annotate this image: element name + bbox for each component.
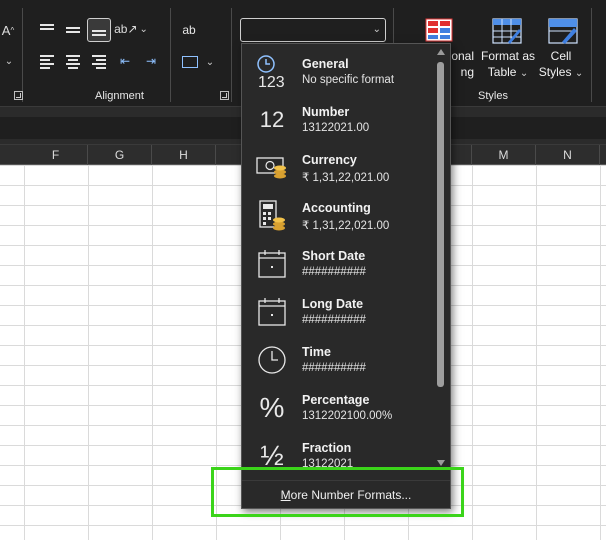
column-header-m[interactable]: M: [472, 145, 536, 165]
currency-icon: [254, 149, 290, 187]
decrease-indent-icon: ⇤: [119, 54, 131, 68]
format-option-number[interactable]: 12 Number 13122021.00: [242, 96, 432, 144]
format-option-time[interactable]: Time ##########: [242, 336, 432, 384]
group-separator: [22, 8, 23, 102]
accounting-icon: [254, 197, 290, 235]
alignment-dialog-launcher[interactable]: [220, 91, 229, 100]
format-as-table-button[interactable]: Format as Table ⌄: [478, 48, 538, 82]
column-header-h[interactable]: H: [152, 145, 216, 165]
increase-indent-icon: ⇥: [145, 54, 157, 68]
styles-group-label: Styles: [478, 90, 508, 102]
long-date-icon: [254, 293, 290, 331]
group-separator: [591, 8, 592, 102]
cell-styles-label-2: Styles: [538, 65, 572, 79]
format-option-short-date[interactable]: Short Date ##########: [242, 240, 432, 288]
format-option-title: Short Date: [302, 249, 366, 263]
format-option-title: Fraction: [302, 441, 352, 455]
scrollbar-thumb[interactable]: [437, 62, 444, 387]
decrease-indent-button[interactable]: ⇤: [116, 52, 134, 70]
format-option-general[interactable]: 123 General No specific format: [242, 48, 432, 96]
group-separator: [231, 8, 232, 102]
format-option-title: Number: [302, 105, 350, 119]
font-a-glyph: A: [1, 22, 11, 38]
align-left-button[interactable]: [38, 52, 56, 70]
conditional-formatting-icon[interactable]: [424, 17, 454, 43]
wrap-text-button[interactable]: ab: [178, 18, 200, 42]
column-header-g[interactable]: G: [88, 145, 152, 165]
format-option-currency[interactable]: Currency ₹ 1,31,22,021.00: [242, 144, 432, 192]
group-separator: [170, 8, 171, 102]
format-option-preview: ₹ 1,31,22,021.00: [302, 172, 390, 184]
svg-text:123: 123: [258, 74, 285, 91]
orientation-icon: ab↗: [114, 22, 138, 36]
font-dropdown-chevron[interactable]: ⌄: [2, 54, 16, 68]
clock-123-icon: 123: [254, 53, 290, 91]
alignment-dialog-launcher[interactable]: [14, 91, 23, 100]
format-as-table-label-2: Table: [487, 65, 517, 79]
cell-styles-label-1: Cell: [550, 49, 572, 63]
percent-icon: %: [259, 392, 285, 423]
format-option-title: Currency: [302, 153, 357, 167]
format-option-preview: No specific format: [302, 74, 395, 86]
short-date-icon: [254, 245, 290, 283]
align-center-button[interactable]: [64, 52, 82, 70]
orientation-button[interactable]: ab↗ ⌄: [114, 20, 148, 38]
format-as-table-label-1: Format as: [480, 49, 535, 63]
column-header-f[interactable]: F: [24, 145, 88, 165]
merge-center-icon: [181, 56, 198, 68]
format-option-long-date[interactable]: Long Date ##########: [242, 288, 432, 336]
format-option-title: General: [302, 57, 349, 71]
format-option-title: Accounting: [302, 201, 371, 215]
font-color-button[interactable]: A ^: [0, 20, 16, 40]
increase-indent-button[interactable]: ⇥: [142, 52, 160, 70]
scroll-up-arrow-icon[interactable]: [437, 49, 445, 55]
merge-center-button[interactable]: ⌄: [178, 52, 218, 72]
time-icon: [254, 341, 290, 379]
cell-styles-button[interactable]: Cell Styles ⌄: [538, 48, 584, 82]
format-option-preview: ##########: [302, 266, 366, 278]
format-option-preview: ##########: [302, 314, 366, 326]
format-option-preview: ##########: [302, 362, 366, 374]
highlight-box: [211, 467, 464, 517]
format-option-preview: ₹ 1,31,22,021.00: [302, 220, 390, 232]
chevron-down-icon: ⌄: [574, 68, 584, 79]
format-as-table-icon[interactable]: [491, 17, 523, 45]
column-header-n[interactable]: N: [536, 145, 600, 165]
format-option-percentage[interactable]: % Percentage 1312202100.00%: [242, 384, 432, 432]
chevron-down-icon[interactable]: ⌄: [373, 24, 381, 35]
scroll-down-arrow-icon[interactable]: [437, 460, 445, 466]
format-option-title: Time: [302, 345, 331, 359]
align-top-button[interactable]: [38, 20, 56, 38]
format-option-preview: 13122021.00: [302, 122, 370, 134]
number-format-combobox[interactable]: ⌄: [240, 18, 386, 42]
align-right-button[interactable]: [90, 52, 108, 70]
number-format-dropdown: 123 General No specific format 12 Number…: [241, 43, 451, 509]
format-option-accounting[interactable]: Accounting ₹ 1,31,22,021.00: [242, 192, 432, 240]
alignment-group-label: Alignment: [95, 90, 144, 102]
format-option-title: Long Date: [302, 297, 364, 311]
dropdown-scrollbar[interactable]: [432, 44, 450, 468]
cell-styles-icon[interactable]: [547, 17, 579, 45]
align-bottom-button[interactable]: [87, 18, 111, 42]
number-12-icon: 12: [259, 107, 285, 132]
format-option-title: Percentage: [302, 393, 370, 407]
chevron-down-icon: ⌄: [519, 68, 529, 79]
format-option-preview: 1312202100.00%: [302, 410, 393, 422]
wrap-text-icon: ab: [182, 23, 196, 37]
align-middle-button[interactable]: [64, 20, 82, 38]
